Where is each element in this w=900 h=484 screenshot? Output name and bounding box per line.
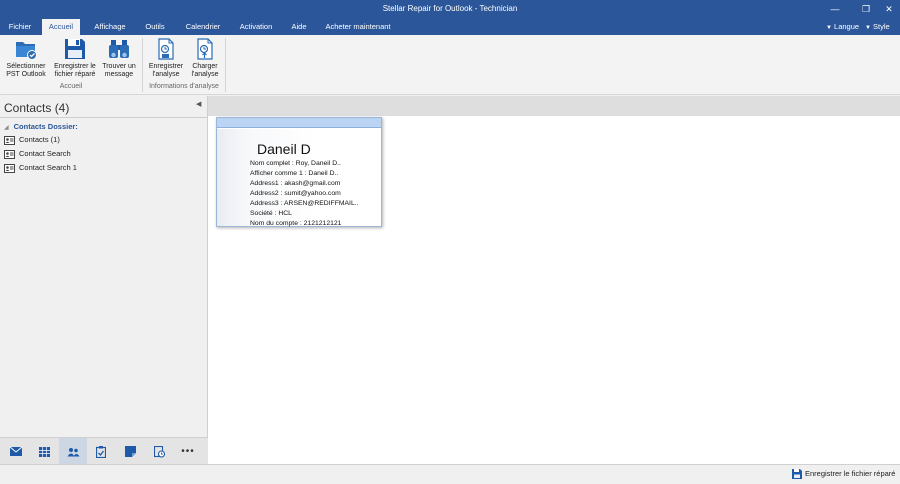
mail-icon [10,447,22,456]
folder-tree-root[interactable]: ◢ Contacts Dossier: [4,122,78,131]
bottom-navigation: ••• [0,437,208,465]
expand-arrow-icon[interactable]: ◢ [4,125,9,131]
more-icon[interactable]: ••• [174,438,202,465]
tab-activation[interactable]: Activation [232,18,280,35]
tab-acheter-maintenant[interactable]: Acheter maintenant [320,18,396,35]
style-menu[interactable]: ▼ Style [865,18,890,35]
binoculars-icon [109,40,129,58]
tab-aide[interactable]: Aide [284,18,314,35]
contact-field-company: Société : HCL [250,210,292,217]
restore-icon[interactable]: ❐ [857,2,875,16]
folder-pane-title: Contacts (4) [4,101,70,115]
tab-fichier[interactable]: Fichier [2,18,38,35]
close-icon[interactable]: ✕ [880,2,898,16]
calendar-icon [38,446,50,457]
save-repaired-file-button[interactable]: Enregistrer le fichier réparé [51,37,99,83]
load-scan-button[interactable]: Charger l'analyse [188,37,222,83]
content-header-band [208,96,900,116]
ribbon: Sélectionner PST Outlook Enregistrer le … [0,35,900,95]
folder-item-contacts[interactable]: Contacts (1) [4,134,60,146]
folder-item-contact-search-1[interactable]: Contact Search 1 [4,162,77,174]
contact-cards-view: Daneil D Nom complet : Roy, Daneil D.. A… [208,116,900,464]
contact-field-address1: Address1 : akash@gmail.com [250,180,341,187]
window-title: Stellar Repair for Outlook - Technician [382,4,518,13]
tab-accueil[interactable]: Accueil [42,19,80,35]
floppy-disk-icon [792,469,802,480]
divider [0,117,207,118]
contact-field-account-name: Nom du compte : 2121212121 [250,220,342,227]
contacts-icon [67,447,79,456]
contact-field-address2: Address2 : sumit@yahoo.com [250,190,341,197]
group-label-informations-analyse: Informations d'analyse [149,83,219,90]
group-label-accueil: Accueil [59,83,83,90]
save-scan-button[interactable]: Enregistrer l'analyse [146,37,186,83]
langue-menu[interactable]: ▼ Langue [826,18,859,35]
tab-affichage[interactable]: Affichage [86,18,134,35]
menu-bar: Fichier Accueil Affichage Outils Calendr… [0,18,900,35]
status-bar: Enregistrer le fichier réparé [0,464,900,484]
find-message-button[interactable]: Trouver un message [100,37,138,83]
select-pst-button[interactable]: Sélectionner PST Outlook [3,37,49,83]
journal-icon [153,445,165,458]
collapse-pane-icon[interactable]: ◀ [196,100,201,108]
group-separator [225,38,226,92]
contact-card[interactable]: Daneil D Nom complet : Roy, Daneil D.. A… [216,117,382,227]
folder-item-contact-search[interactable]: Contact Search [4,148,71,160]
minimize-icon[interactable]: — [826,2,844,16]
nav-calendar-button[interactable] [30,438,58,465]
notes-icon [124,446,136,457]
folder-check-icon [16,42,37,60]
status-save-repaired-button[interactable]: Enregistrer le fichier réparé [792,469,895,480]
floppy-disk-icon [65,39,85,59]
tab-calendrier[interactable]: Calendrier [178,18,228,35]
tab-outils[interactable]: Outils [138,18,172,35]
tasks-icon [96,445,106,458]
contact-name: Daneil D [257,141,311,157]
contact-card-icon [4,149,15,159]
contact-card-body: Daneil D Nom complet : Roy, Daneil D.. A… [217,129,381,227]
contact-card-header [217,118,381,128]
folder-pane: Contacts (4) ◀ ◢ Contacts Dossier: Contac… [0,96,208,464]
nav-mail-button[interactable] [2,438,30,465]
dropdown-arrow-icon: ▼ [865,25,871,31]
contact-field-display-as: Afficher comme 1 : Daneil D.. [250,170,339,177]
nav-contacts-button[interactable] [59,438,87,465]
nav-journal-button[interactable] [145,438,173,465]
save-scan-icon [158,38,174,60]
nav-notes-button[interactable] [116,438,144,465]
load-scan-icon [197,38,213,60]
dropdown-arrow-icon: ▼ [826,25,832,31]
title-bar: Stellar Repair for Outlook - Technician … [0,0,900,18]
contact-field-address3: Address3 : ARSEN@REDIFFMAIL.. [250,200,359,207]
contact-field-full-name: Nom complet : Roy, Daneil D.. [250,160,341,167]
contact-card-icon [4,135,15,145]
nav-tasks-button[interactable] [87,438,115,465]
contact-card-icon [4,163,15,173]
